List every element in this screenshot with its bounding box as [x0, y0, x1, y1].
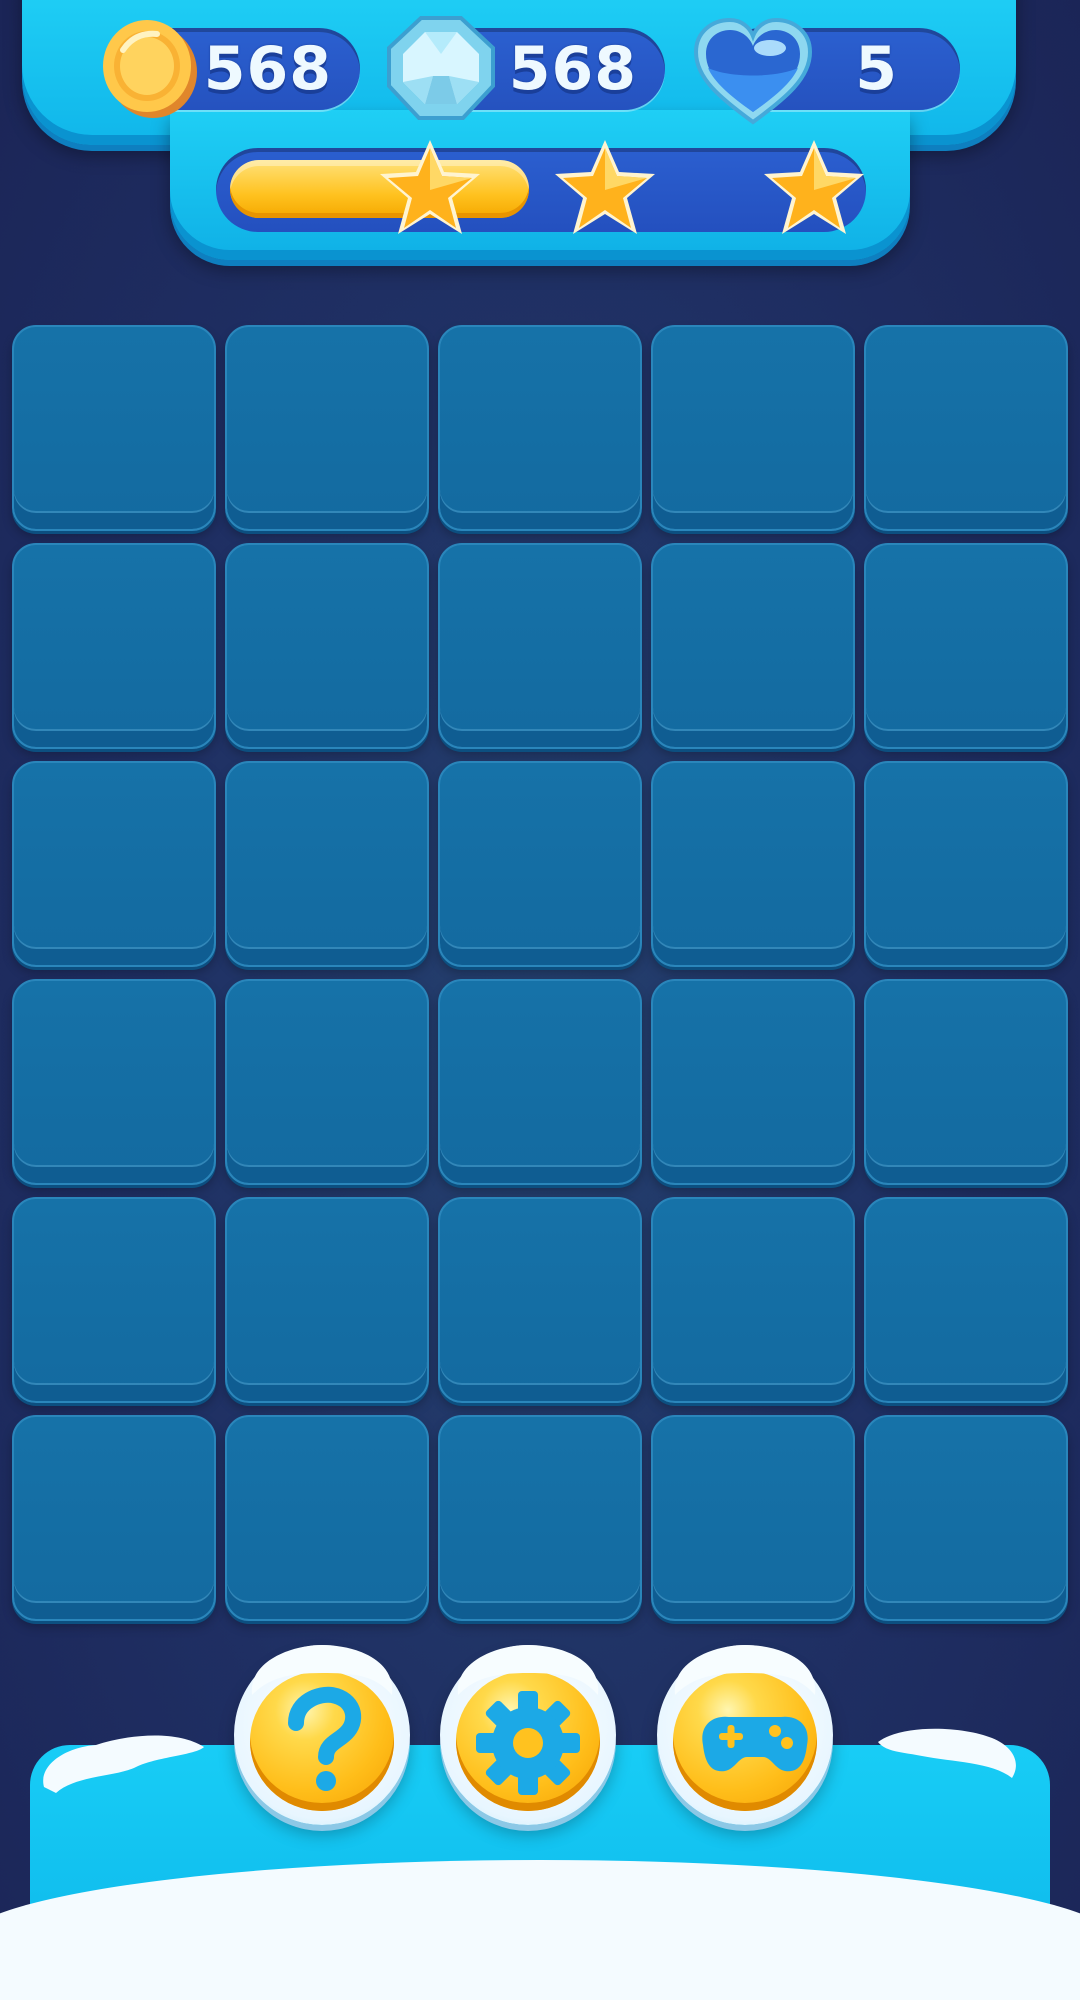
board-tile[interactable] [864, 543, 1068, 749]
board-tile[interactable] [864, 761, 1068, 967]
star-icon [764, 140, 864, 234]
board-tile[interactable] [12, 1415, 216, 1621]
games-button[interactable] [657, 1645, 833, 1825]
board-tile[interactable] [225, 761, 429, 967]
board-tile[interactable] [225, 979, 429, 1185]
board-tile[interactable] [864, 979, 1068, 1185]
settings-button[interactable] [440, 1645, 616, 1825]
snow-cap-left [43, 1735, 204, 1793]
board-tile[interactable] [12, 1197, 216, 1403]
board-tile[interactable] [12, 325, 216, 531]
board-tile[interactable] [225, 1197, 429, 1403]
coin-icon [103, 20, 197, 118]
gem-count: 568 [508, 34, 637, 104]
board-tile[interactable] [651, 543, 855, 749]
question-icon [288, 1686, 362, 1791]
board-tile[interactable] [438, 1197, 642, 1403]
board-tile[interactable] [12, 979, 216, 1185]
board-tile[interactable] [438, 543, 642, 749]
board-tile[interactable] [864, 1197, 1068, 1403]
star-icon [555, 140, 655, 234]
board-tile[interactable] [651, 1197, 855, 1403]
snow-cap-right [878, 1728, 1016, 1778]
board-tile[interactable] [651, 979, 855, 1185]
gamepad-icon [702, 1716, 808, 1772]
gear-icon [476, 1691, 580, 1795]
board-tile[interactable] [225, 543, 429, 749]
board-tile[interactable] [225, 1415, 429, 1621]
star-icon [380, 140, 480, 234]
gem-icon [387, 16, 495, 120]
board-tile[interactable] [438, 325, 642, 531]
board-tile[interactable] [12, 761, 216, 967]
snow-bank [0, 1860, 1080, 2000]
board-tile[interactable] [438, 761, 642, 967]
board-tile[interactable] [651, 325, 855, 531]
help-button[interactable] [234, 1645, 410, 1825]
board-tile[interactable] [438, 979, 642, 1185]
heart-icon [693, 17, 813, 125]
board-tile[interactable] [864, 1415, 1068, 1621]
game-board [12, 325, 1068, 1625]
board-tile[interactable] [651, 761, 855, 967]
board-tile[interactable] [438, 1415, 642, 1621]
board-tile[interactable] [12, 543, 216, 749]
coin-count: 568 [203, 34, 332, 104]
board-tile[interactable] [864, 325, 1068, 531]
board-tile[interactable] [651, 1415, 855, 1621]
board-tile[interactable] [225, 325, 429, 531]
lives-count: 5 [855, 34, 898, 104]
